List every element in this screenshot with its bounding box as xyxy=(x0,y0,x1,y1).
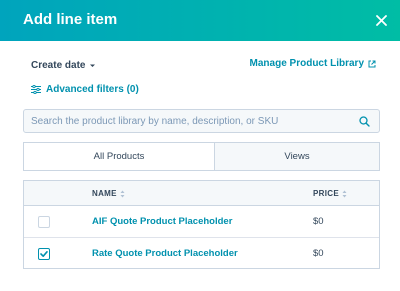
close-icon xyxy=(376,15,387,26)
product-price: $0 xyxy=(313,216,324,227)
tab-all-products[interactable]: All Products xyxy=(24,143,214,170)
advanced-filters-button[interactable]: Advanced filters (0) xyxy=(31,84,139,95)
advanced-filters-label: Advanced filters (0) xyxy=(46,84,139,95)
external-link-icon xyxy=(368,60,376,67)
product-tabs: All Products Views xyxy=(23,142,380,171)
filter-sliders-icon xyxy=(31,85,41,94)
checkmark-icon xyxy=(40,251,48,257)
column-header-price[interactable]: PRICE xyxy=(313,189,347,198)
caret-down-icon xyxy=(90,64,96,67)
table-row: Rate Quote Product Placeholder $0 xyxy=(24,238,379,270)
search-box xyxy=(23,109,380,133)
tab-views[interactable]: Views xyxy=(214,143,379,170)
create-date-dropdown[interactable]: Create date xyxy=(31,60,96,71)
create-date-label: Create date xyxy=(31,60,86,71)
modal-title: Add line item xyxy=(23,11,118,28)
close-button[interactable] xyxy=(372,11,391,30)
column-header-name[interactable]: NAME xyxy=(92,189,125,198)
product-price: $0 xyxy=(313,248,324,259)
column-header-name-label: NAME xyxy=(92,189,117,198)
column-header-price-label: PRICE xyxy=(313,189,339,198)
table-header: NAME PRICE xyxy=(24,181,379,206)
search-input[interactable] xyxy=(24,110,354,132)
manage-product-library-link[interactable]: Manage Product Library xyxy=(250,58,376,69)
product-name-link[interactable]: Rate Quote Product Placeholder xyxy=(92,248,238,259)
sort-icon xyxy=(342,190,347,197)
manage-product-library-label: Manage Product Library xyxy=(249,58,364,69)
search-icon[interactable] xyxy=(359,116,370,127)
sort-icon xyxy=(120,190,125,197)
product-name-link[interactable]: AIF Quote Product Placeholder xyxy=(92,216,232,227)
product-table: NAME PRICE AIF Quote Product Placeholder… xyxy=(23,180,380,269)
row-checkbox[interactable] xyxy=(38,216,50,228)
row-checkbox[interactable] xyxy=(38,248,50,260)
table-row: AIF Quote Product Placeholder $0 xyxy=(24,206,379,238)
modal-header: Add line item xyxy=(0,0,400,41)
